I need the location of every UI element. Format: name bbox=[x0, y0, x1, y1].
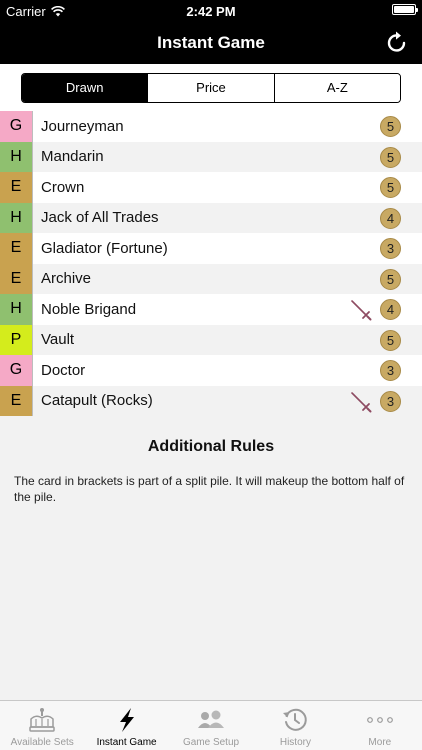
lightning-icon bbox=[112, 706, 142, 734]
tab-more[interactable]: More bbox=[338, 701, 422, 750]
card-row[interactable]: H Mandarin 5 bbox=[0, 141, 422, 172]
more-dots-icon bbox=[365, 706, 395, 734]
cost-coin-icon: 4 bbox=[380, 207, 401, 229]
card-name: Vault bbox=[41, 331, 75, 349]
tab-label: Instant Game bbox=[96, 737, 157, 748]
battery-icon bbox=[392, 4, 418, 15]
tab-game-setup[interactable]: Game Setup bbox=[169, 701, 253, 750]
cost-coin-icon: 5 bbox=[380, 268, 401, 290]
card-name: Doctor bbox=[41, 361, 86, 379]
card-row[interactable]: E Catapult (Rocks) 3 bbox=[0, 385, 422, 416]
crown-icon bbox=[27, 706, 57, 734]
rules-text: The card in brackets is part of a split … bbox=[14, 474, 405, 504]
segment-price[interactable]: Price bbox=[147, 74, 274, 102]
history-clock-icon bbox=[280, 706, 310, 734]
additional-rules-panel: Additional Rules The card in brackets is… bbox=[0, 416, 422, 700]
tab-bar: Available Sets Instant Game Game Setup H… bbox=[0, 700, 422, 750]
cost-coin-icon: 5 bbox=[380, 146, 401, 168]
tab-label: History bbox=[279, 737, 311, 748]
card-name: Gladiator (Fortune) bbox=[41, 239, 168, 257]
sort-segmented-control: Drawn Price A-Z bbox=[21, 73, 401, 103]
card-row[interactable]: H Jack of All Trades 4 bbox=[0, 202, 422, 233]
cost-coin-icon: 3 bbox=[380, 238, 401, 259]
tab-label: Game Setup bbox=[182, 737, 240, 748]
set-tag: E bbox=[0, 263, 33, 294]
status-time: 2:42 PM bbox=[186, 4, 236, 19]
rules-title: Additional Rules bbox=[147, 438, 275, 455]
set-tag: H bbox=[0, 141, 33, 172]
cost-coin-icon: 5 bbox=[380, 329, 401, 351]
card-name: Mandarin bbox=[41, 148, 104, 166]
card-row[interactable]: E Crown 5 bbox=[0, 172, 422, 203]
cost-coin-icon: 5 bbox=[380, 116, 401, 137]
card-row[interactable]: G Journeyman 5 bbox=[0, 111, 422, 142]
page-title: Instant Game bbox=[157, 33, 265, 52]
card-name: Jack of All Trades bbox=[41, 209, 159, 227]
set-tag: G bbox=[0, 355, 33, 386]
card-row[interactable]: E Gladiator (Fortune) 3 bbox=[0, 233, 422, 264]
cost-coin-icon: 5 bbox=[380, 177, 401, 198]
attack-sword-icon bbox=[351, 391, 372, 412]
set-tag: G bbox=[0, 111, 33, 142]
card-row[interactable]: E Archive 5 bbox=[0, 263, 422, 294]
tab-instant-game[interactable]: Instant Game bbox=[84, 701, 168, 750]
card-name: Journeyman bbox=[41, 117, 124, 135]
cost-coin-icon: 4 bbox=[380, 299, 401, 320]
cost-coin-icon: 3 bbox=[380, 360, 401, 381]
people-icon bbox=[196, 706, 226, 734]
tab-history[interactable]: History bbox=[253, 701, 337, 750]
status-right bbox=[392, 4, 418, 15]
card-name: Crown bbox=[41, 178, 85, 196]
attack-sword-icon bbox=[351, 300, 372, 321]
refresh-icon[interactable] bbox=[384, 30, 410, 56]
segment-a-z[interactable]: A-Z bbox=[273, 74, 400, 102]
status-bar: Carrier 2:42 PM bbox=[0, 0, 422, 22]
set-tag: E bbox=[0, 233, 33, 264]
tab-label: Available Sets bbox=[10, 737, 74, 748]
set-tag: P bbox=[0, 324, 33, 355]
card-row[interactable]: P Vault 5 bbox=[0, 324, 422, 355]
tab-available-sets[interactable]: Available Sets bbox=[0, 701, 84, 750]
set-tag: E bbox=[0, 172, 33, 203]
tab-label: More bbox=[368, 737, 392, 748]
card-name: Catapult (Rocks) bbox=[41, 392, 153, 410]
segment-drawn[interactable]: Drawn bbox=[22, 74, 148, 102]
nav-bar: Instant Game bbox=[0, 22, 422, 64]
card-name: Archive bbox=[41, 270, 92, 288]
set-tag: E bbox=[0, 385, 33, 416]
card-name: Noble Brigand bbox=[41, 300, 137, 318]
card-row[interactable]: H Noble Brigand 4 bbox=[0, 294, 422, 325]
cost-coin-icon: 3 bbox=[380, 390, 401, 412]
set-tag: H bbox=[0, 294, 33, 325]
card-row[interactable]: G Doctor 3 bbox=[0, 355, 422, 386]
card-list: G Journeyman 5 H Mandarin 5 E Crown 5 H … bbox=[0, 111, 422, 416]
set-tag: H bbox=[0, 202, 33, 233]
